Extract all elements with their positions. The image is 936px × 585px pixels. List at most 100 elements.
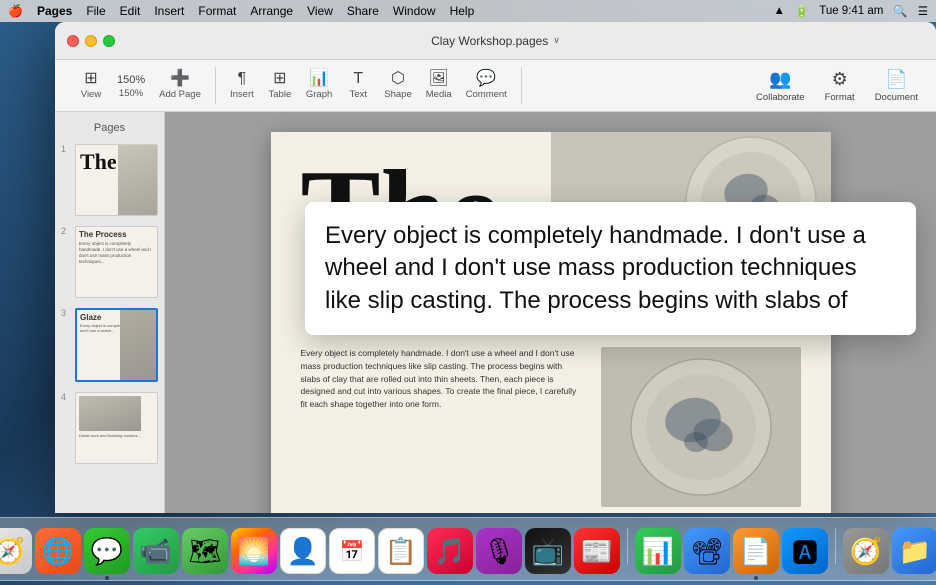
window-title-area: Clay Workshop.pages ∨ bbox=[431, 34, 560, 48]
view-button[interactable]: ⊞ View bbox=[73, 67, 109, 104]
page-num-3: 3 bbox=[61, 308, 71, 318]
pages-icon: 📄 bbox=[740, 536, 772, 567]
dock-icon-reminders[interactable]: 📋 bbox=[378, 528, 424, 574]
chrome-icon: 🌐 bbox=[42, 536, 74, 567]
collaborate-button[interactable]: 👥 Collaborate bbox=[748, 65, 813, 107]
page-text-column: Every object is completely handmade. I d… bbox=[301, 347, 581, 507]
close-button[interactable] bbox=[67, 35, 79, 47]
menu-format[interactable]: Format bbox=[198, 4, 236, 18]
dock-icon-messages[interactable]: 💬 bbox=[84, 528, 130, 574]
photo-illustration bbox=[601, 347, 801, 507]
apple-menu[interactable]: 🍎 bbox=[8, 4, 23, 18]
dock-icon-podcasts[interactable]: 🎙 bbox=[476, 528, 522, 574]
format-label: Format bbox=[825, 92, 855, 103]
dock-icon-news[interactable]: 📰 bbox=[574, 528, 620, 574]
dock-icon-maps[interactable]: 🗺 bbox=[182, 528, 228, 574]
collaborate-label: Collaborate bbox=[756, 92, 805, 103]
comment-button[interactable]: 💬 Comment bbox=[460, 67, 513, 104]
pages-active-dot bbox=[754, 576, 758, 580]
page-num-2: 2 bbox=[61, 226, 71, 236]
media-label: Media bbox=[426, 89, 452, 100]
traffic-lights bbox=[67, 35, 115, 47]
shape-icon: ⬡ bbox=[391, 71, 405, 87]
safari-icon: 🧭 bbox=[0, 536, 25, 567]
toolbar-view-group: ⊞ View 150% 150% ➕ Add Page bbox=[65, 67, 216, 104]
media-button[interactable]: 🖼 Media bbox=[420, 67, 458, 104]
maps-icon: 🗺 bbox=[188, 536, 221, 567]
page-thumb-4[interactable]: 4 Detail work and finishing touches... bbox=[59, 390, 160, 466]
dock-icon-compass[interactable]: 🧭 bbox=[843, 528, 889, 574]
dock-separator bbox=[627, 528, 628, 564]
zoom-label: 150% bbox=[119, 88, 143, 99]
format-icon: ⚙ bbox=[832, 69, 848, 90]
dock-icon-chrome[interactable]: 🌐 bbox=[35, 528, 81, 574]
dock-separator-2 bbox=[835, 528, 836, 564]
menu-window[interactable]: Window bbox=[393, 4, 436, 18]
dock-icon-music[interactable]: 🎵 bbox=[427, 528, 473, 574]
app-name[interactable]: Pages bbox=[37, 4, 72, 18]
table-label: Table bbox=[269, 89, 292, 100]
menu-edit[interactable]: Edit bbox=[120, 4, 141, 18]
dock-icon-facetime[interactable]: 📹 bbox=[133, 528, 179, 574]
minimize-button[interactable] bbox=[85, 35, 97, 47]
thumb-img-3: Glaze Every object is completely handmad… bbox=[75, 308, 158, 382]
title-chevron-icon[interactable]: ∨ bbox=[553, 35, 560, 46]
format-button[interactable]: ⚙ Format bbox=[817, 65, 863, 107]
appletv-icon: 📺 bbox=[532, 536, 564, 567]
compass-icon: 🧭 bbox=[850, 536, 882, 567]
search-icon[interactable]: 🔍 bbox=[893, 4, 907, 18]
insert-button[interactable]: ¶ Insert bbox=[224, 67, 260, 104]
dock-icon-keynote[interactable]: 📽 bbox=[684, 528, 730, 574]
dock-icon-appletv[interactable]: 📺 bbox=[525, 528, 571, 574]
menu-file[interactable]: File bbox=[86, 4, 105, 18]
facetime-icon: 📹 bbox=[140, 536, 172, 567]
titlebar: Clay Workshop.pages ∨ bbox=[55, 22, 936, 60]
dock-icon-photos[interactable]: 🌅 bbox=[231, 528, 277, 574]
document-area[interactable]: The bbox=[165, 112, 936, 513]
podcasts-icon: 🎙 bbox=[482, 536, 515, 567]
add-page-button[interactable]: ➕ Add Page bbox=[153, 67, 207, 104]
dock-icon-appstore[interactable]: 🅰 bbox=[782, 528, 828, 574]
graph-label: Graph bbox=[306, 89, 332, 100]
graph-button[interactable]: 📊 Graph bbox=[300, 67, 338, 104]
dock-icon-contacts[interactable]: 👤 bbox=[280, 528, 326, 574]
menu-arrange[interactable]: Arrange bbox=[250, 4, 293, 18]
table-button[interactable]: ⊞ Table bbox=[262, 67, 298, 104]
menu-help[interactable]: Help bbox=[450, 4, 475, 18]
dock-icon-folder[interactable]: 📁 bbox=[892, 528, 936, 574]
dock-icon-safari[interactable]: 🧭 bbox=[0, 528, 32, 574]
page-thumb-3[interactable]: 3 Glaze Every object is completely handm… bbox=[59, 306, 160, 384]
page-thumb-1[interactable]: 1 The bbox=[59, 142, 160, 218]
page-num-1: 1 bbox=[61, 144, 71, 154]
text-icon: T bbox=[353, 71, 363, 87]
app-window: Clay Workshop.pages ∨ ⊞ View 150% 150% ➕… bbox=[55, 22, 936, 513]
page-photo bbox=[601, 347, 801, 507]
document-button[interactable]: 📄 Document bbox=[867, 65, 926, 107]
content-area: Pages 1 The 2 The Process bbox=[55, 112, 936, 513]
view-icon: ⊞ bbox=[84, 71, 97, 87]
menubar-left: 🍎 Pages File Edit Insert Format Arrange … bbox=[8, 4, 474, 18]
music-icon: 🎵 bbox=[434, 536, 466, 567]
text-button[interactable]: T Text bbox=[340, 67, 376, 104]
sidebar-label: Pages bbox=[59, 120, 160, 136]
document-icon: 📄 bbox=[885, 69, 907, 90]
dock-icon-pages[interactable]: 📄 bbox=[733, 528, 779, 574]
zoom-button[interactable]: 150% 150% bbox=[111, 68, 151, 103]
dock: 🗂 🧭 🌐 💬 📹 🗺 🌅 👤 📅 📋 🎵 🎙 📺 📰 📊 bbox=[0, 517, 936, 581]
shape-button[interactable]: ⬡ Shape bbox=[378, 67, 417, 104]
control-center-icon[interactable]: ☰ bbox=[918, 4, 928, 18]
reminders-icon: 📋 bbox=[385, 536, 417, 567]
messages-active-dot bbox=[105, 576, 109, 580]
dock-icon-calendar[interactable]: 📅 bbox=[329, 528, 375, 574]
menu-share[interactable]: Share bbox=[347, 4, 379, 18]
menu-insert[interactable]: Insert bbox=[154, 4, 184, 18]
menu-view[interactable]: View bbox=[307, 4, 333, 18]
maximize-button[interactable] bbox=[103, 35, 115, 47]
news-icon: 📰 bbox=[581, 536, 613, 567]
numbers-icon: 📊 bbox=[642, 536, 674, 567]
page-thumb-2[interactable]: 2 The Process Every object is completely… bbox=[59, 224, 160, 300]
zoom-icon: 150% bbox=[117, 75, 145, 86]
accessibility-tooltip: Every object is completely handmade. I d… bbox=[305, 202, 916, 335]
dock-icon-numbers[interactable]: 📊 bbox=[635, 528, 681, 574]
add-page-label: Add Page bbox=[159, 89, 201, 100]
